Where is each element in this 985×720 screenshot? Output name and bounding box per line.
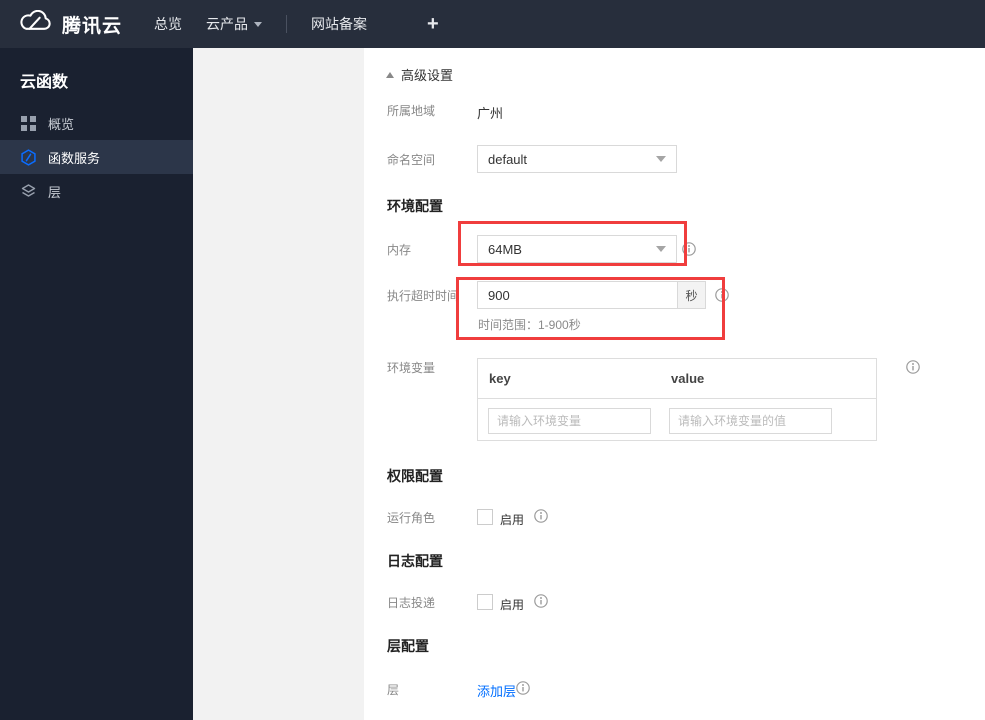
advanced-settings-label: 高级设置 (401, 68, 454, 83)
add-layer-link[interactable]: 添加层 (477, 681, 516, 700)
nav-divider (286, 15, 288, 33)
cloud-logo-icon (18, 9, 52, 39)
permission-config-title: 权限配置 (387, 468, 443, 484)
layer-label: 层 (387, 683, 400, 697)
log-delivery-info-icon[interactable] (534, 594, 548, 608)
environment-config-title: 环境配置 (387, 198, 443, 214)
namespace-selected-value: default (488, 151, 528, 167)
topbar: 腾讯云 总览 云产品 网站备案 + (0, 0, 985, 48)
grid-icon (20, 115, 37, 132)
top-navigation: 总览 云产品 网站备案 + (154, 13, 439, 36)
sidebar-item-function-service[interactable]: 函数服务 (0, 140, 193, 174)
layers-icon (20, 183, 37, 200)
sidebar-item-label: 层 (48, 184, 62, 200)
timeout-info-icon[interactable] (715, 288, 729, 302)
envvar-table: key value (477, 358, 877, 441)
log-delivery-enable-checkbox[interactable] (477, 594, 493, 610)
timeout-unit-suffix: 秒 (677, 281, 706, 309)
log-config-title: 日志配置 (387, 553, 443, 569)
run-role-enable-label: 启用 (500, 513, 525, 527)
memory-select[interactable]: 64MB (477, 235, 677, 263)
collapse-triangle-icon (386, 71, 394, 78)
envvar-value-header: value (671, 371, 705, 386)
chevron-down-icon (254, 21, 263, 27)
nav-website-beian[interactable]: 网站备案 (311, 14, 367, 34)
timeout-input-group: 秒 (477, 281, 706, 309)
run-role-info-icon[interactable] (534, 509, 548, 523)
sidebar-menu: 概览 函数服务 层 (0, 106, 193, 208)
timeout-label: 执行超时时间 (387, 289, 460, 303)
envvar-key-header: key (489, 371, 511, 386)
region-label: 所属地域 (387, 104, 436, 118)
envvar-value-input[interactable] (669, 408, 832, 434)
dropdown-arrow-icon (656, 156, 666, 162)
timeout-range-hint: 时间范围：1-900秒 (478, 318, 581, 332)
add-layer-info-icon[interactable] (516, 681, 530, 695)
function-config-form: 高级设置 所属地域 广州 命名空间 default 环境配置 内存 64MB 执… (364, 48, 985, 720)
memory-info-icon[interactable] (682, 242, 696, 256)
nav-overview[interactable]: 总览 (154, 14, 182, 34)
tencent-cloud-logo[interactable]: 腾讯云 (18, 9, 123, 39)
layer-config-title: 层配置 (387, 638, 429, 654)
dropdown-arrow-icon (656, 246, 666, 252)
sidebar: 云函数 概览 函数服务 层 (0, 48, 193, 720)
envvar-table-header: key value (478, 359, 876, 399)
log-delivery-label: 日志投递 (387, 596, 436, 610)
envvar-label: 环境变量 (387, 361, 436, 375)
namespace-select[interactable]: default (477, 145, 677, 173)
envvar-key-input[interactable] (488, 408, 651, 434)
sidebar-item-layers[interactable]: 层 (0, 174, 193, 208)
run-role-label: 运行角色 (387, 511, 436, 525)
namespace-label: 命名空间 (387, 153, 436, 167)
brand-name: 腾讯云 (62, 15, 123, 37)
envvar-info-icon[interactable] (906, 360, 920, 374)
log-delivery-enable-label: 启用 (500, 598, 525, 612)
add-nav-shortcut-button[interactable]: + (427, 13, 439, 36)
secondary-panel (193, 48, 364, 720)
nav-cloud-products-label: 云产品 (206, 16, 249, 32)
sidebar-title: 云函数 (20, 74, 69, 91)
memory-label: 内存 (387, 243, 412, 257)
sidebar-item-label: 函数服务 (48, 150, 101, 166)
timeout-input[interactable] (477, 281, 678, 309)
memory-selected-value: 64MB (488, 241, 522, 257)
run-role-enable-checkbox[interactable] (477, 509, 493, 525)
advanced-settings-toggle[interactable]: 高级设置 (386, 65, 453, 84)
sidebar-item-label: 概览 (48, 116, 75, 132)
sidebar-item-overview[interactable]: 概览 (0, 106, 193, 140)
nav-cloud-products[interactable]: 云产品 (206, 14, 263, 34)
region-value: 广州 (477, 106, 504, 121)
function-hexagon-icon (20, 148, 37, 166)
